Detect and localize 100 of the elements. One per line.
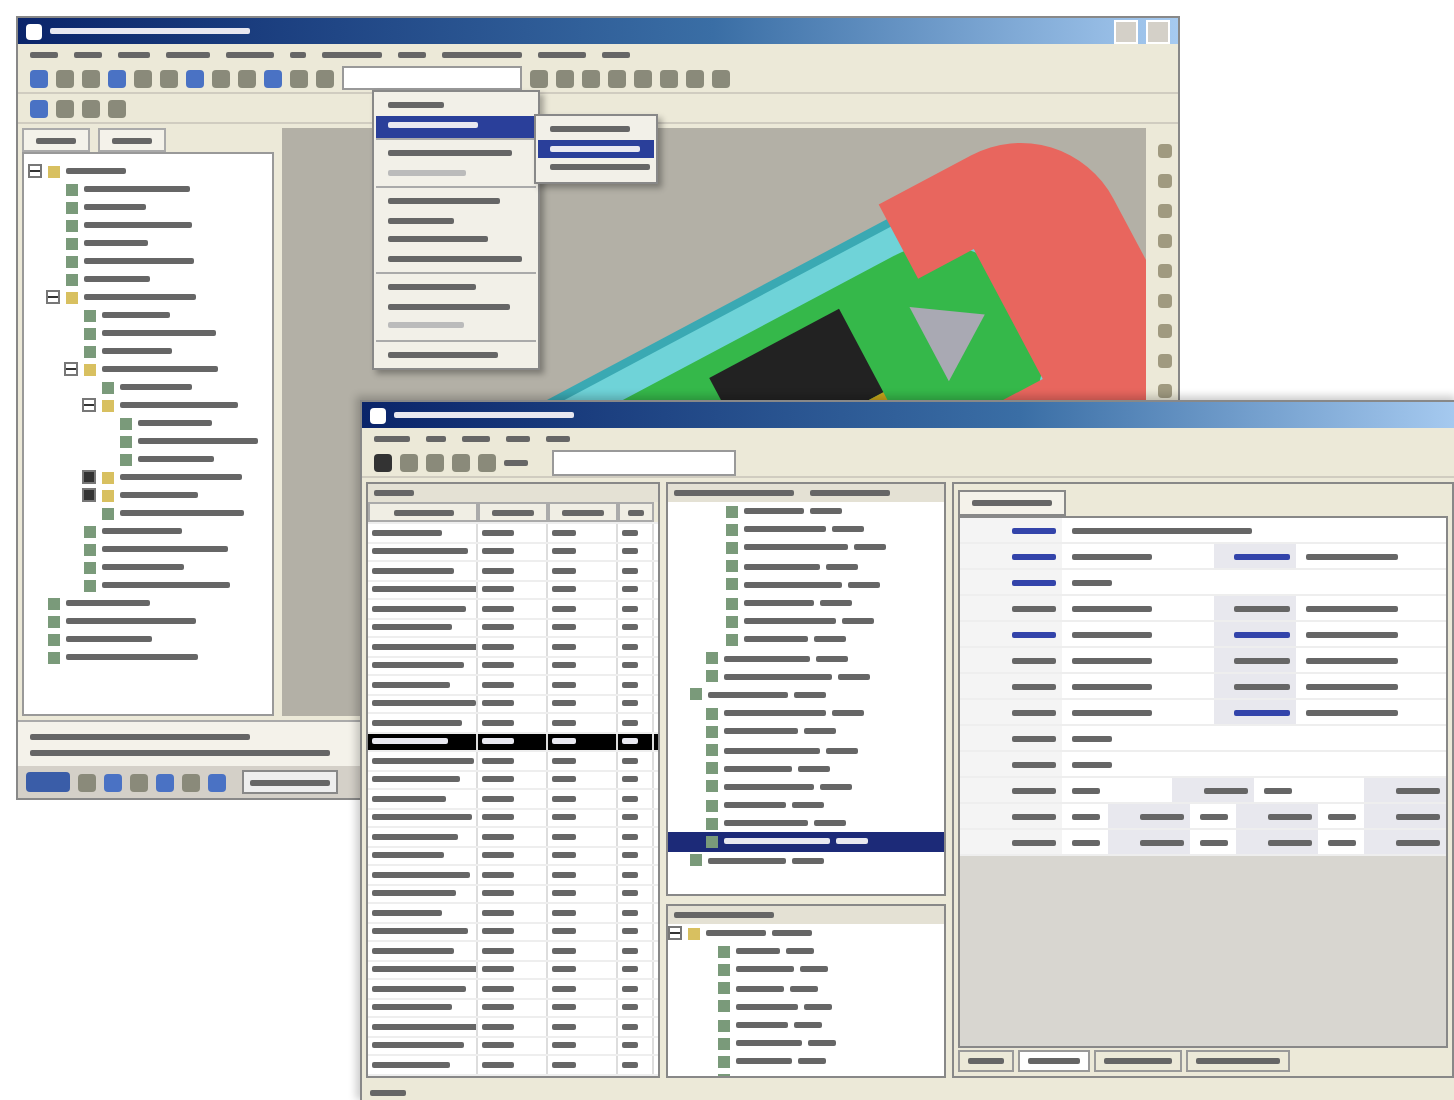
illegible-text <box>1012 735 1056 741</box>
illegible-text <box>482 700 514 707</box>
illegible-text <box>552 567 576 574</box>
illegible-text <box>120 510 244 516</box>
illegible-text <box>1072 709 1152 715</box>
column-header[interactable] <box>478 502 548 522</box>
illegible-text <box>744 618 836 625</box>
illegible-text <box>602 51 630 57</box>
illegible-text <box>552 795 576 802</box>
search-field[interactable] <box>552 449 736 475</box>
illegible-text <box>1306 657 1398 663</box>
illegible-text <box>372 700 476 707</box>
menu-item[interactable] <box>538 139 654 158</box>
illegible-text <box>552 890 576 897</box>
illegible-text <box>674 490 794 496</box>
illegible-text <box>972 500 1052 506</box>
illegible-text <box>744 563 820 570</box>
illegible-text <box>550 126 630 133</box>
column-header[interactable] <box>548 502 618 522</box>
illegible-text <box>482 928 514 935</box>
menu-item[interactable] <box>376 115 536 140</box>
tab[interactable] <box>1094 1049 1182 1071</box>
illegible-text <box>1204 787 1248 793</box>
tab[interactable] <box>1018 1049 1090 1071</box>
illegible-text <box>388 169 466 176</box>
collapse-toggle-icon[interactable] <box>46 290 60 304</box>
illegible-text <box>102 366 218 372</box>
illegible-text <box>836 838 868 845</box>
illegible-text <box>102 528 182 534</box>
illegible-text <box>674 912 774 918</box>
illegible-text <box>372 852 444 859</box>
illegible-text <box>102 312 170 318</box>
illegible-text <box>388 236 488 243</box>
taskbar-button[interactable] <box>242 770 338 794</box>
app-icon <box>370 407 386 423</box>
illegible-text <box>84 222 192 228</box>
illegible-text <box>482 833 514 840</box>
folder-icon <box>84 363 96 375</box>
illegible-text <box>744 526 826 533</box>
illegible-text <box>482 871 514 878</box>
folder-icon <box>66 291 78 303</box>
illegible-text <box>482 985 514 992</box>
tab[interactable] <box>1186 1049 1290 1071</box>
illegible-text <box>504 459 528 465</box>
illegible-text <box>250 779 330 785</box>
illegible-text <box>1328 813 1356 819</box>
illegible-text <box>538 51 586 57</box>
collapse-toggle-icon[interactable] <box>28 164 42 178</box>
illegible-text <box>166 51 210 57</box>
illegible-text <box>1072 631 1152 637</box>
collapse-toggle-icon[interactable] <box>82 398 96 412</box>
illegible-text <box>1012 683 1056 689</box>
illegible-text <box>1396 813 1440 819</box>
illegible-text <box>724 783 814 790</box>
illegible-text <box>1140 813 1184 819</box>
panel-tab[interactable] <box>22 128 90 152</box>
start-button[interactable] <box>26 772 70 792</box>
illegible-text <box>66 600 150 606</box>
collapse-toggle-icon[interactable] <box>64 362 78 376</box>
tab[interactable] <box>958 1049 1014 1071</box>
illegible-text <box>1012 657 1056 663</box>
illegible-text <box>724 747 820 754</box>
illegible-text <box>120 474 242 480</box>
illegible-text <box>482 1042 514 1049</box>
illegible-text <box>1140 839 1184 845</box>
illegible-text <box>388 284 476 291</box>
illegible-text <box>552 947 576 954</box>
illegible-text <box>372 643 476 650</box>
illegible-text <box>482 719 514 726</box>
column-header[interactable] <box>368 502 478 522</box>
illegible-text <box>372 586 476 593</box>
illegible-text <box>552 928 576 935</box>
panel-tab[interactable] <box>958 490 1066 516</box>
illegible-text <box>1072 787 1100 793</box>
illegible-text <box>1306 553 1398 559</box>
illegible-text <box>1028 1057 1080 1063</box>
illegible-text <box>1234 605 1290 611</box>
panel-tab[interactable] <box>98 128 166 152</box>
illegible-text <box>708 691 788 698</box>
expand-toggle-icon[interactable] <box>82 488 96 502</box>
collapse-toggle-icon[interactable] <box>668 926 682 941</box>
tree-row[interactable] <box>668 832 944 852</box>
illegible-text <box>744 544 848 551</box>
illegible-text <box>84 294 196 300</box>
illegible-text <box>794 691 826 698</box>
illegible-text <box>388 198 500 205</box>
expand-toggle-icon[interactable] <box>82 470 96 484</box>
illegible-text <box>1072 839 1100 845</box>
illegible-text <box>482 795 514 802</box>
illegible-text <box>736 1058 792 1065</box>
illegible-text <box>374 435 410 441</box>
illegible-text <box>370 1089 406 1095</box>
illegible-text <box>372 567 454 574</box>
illegible-text <box>482 947 514 954</box>
illegible-text <box>724 710 826 717</box>
dropdown-field[interactable] <box>342 66 522 90</box>
illegible-text <box>838 673 870 680</box>
illegible-text <box>854 544 886 551</box>
column-header[interactable] <box>618 502 654 522</box>
illegible-text <box>1104 1057 1172 1063</box>
